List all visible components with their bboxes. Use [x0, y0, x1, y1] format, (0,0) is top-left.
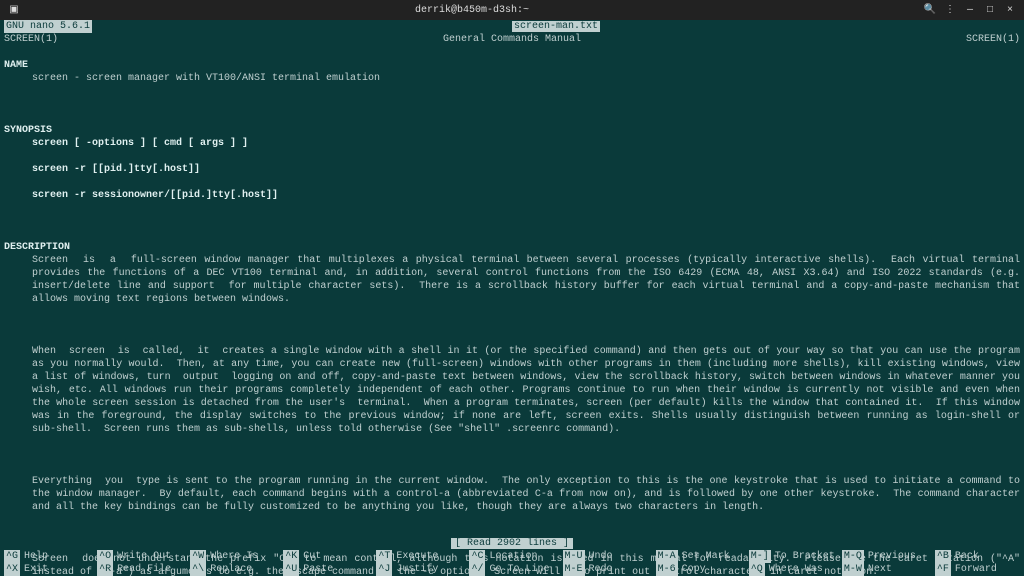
- shortcut-key: ^K: [283, 550, 299, 563]
- shortcut-label: Redo: [589, 563, 613, 576]
- shortcut: ^J Justify: [372, 563, 465, 576]
- shortcut-label: Location: [489, 550, 537, 563]
- section-name: NAME: [4, 60, 28, 71]
- shortcut: ^B Back: [931, 550, 1024, 563]
- shortcut-label: Help: [24, 550, 48, 563]
- shortcut: ^T Execute: [372, 550, 465, 563]
- minimize-button[interactable]: —: [962, 2, 978, 18]
- shortcut-label: Where Was: [769, 563, 823, 576]
- shortcut: ^F Forward: [931, 563, 1024, 576]
- man-section-right: SCREEN(1): [966, 33, 1020, 46]
- shortcut-key: ^R: [97, 563, 113, 576]
- shortcut-label: Go To Line: [489, 563, 549, 576]
- shortcut-label: Next: [868, 563, 892, 576]
- shortcut: ^R Read File: [93, 563, 186, 576]
- shortcut-key: ^X: [4, 563, 20, 576]
- paragraph: When screen is called, it creates a sing…: [32, 345, 1020, 436]
- close-button[interactable]: ×: [1002, 2, 1018, 18]
- shortcut-key: ^/: [469, 563, 485, 576]
- window-titlebar: ▣ derrik@b450m-d3sh:~ 🔍 ⋮ — □ ×: [0, 0, 1024, 20]
- shortcut-key: ^T: [376, 550, 392, 563]
- shortcut: ^C Location: [465, 550, 558, 563]
- shortcut-key: ^C: [469, 550, 485, 563]
- shortcut-label: Exit: [24, 563, 48, 576]
- shortcut-label: Undo: [589, 550, 613, 563]
- man-title: General Commands Manual: [58, 33, 966, 46]
- shortcut: ^U Paste: [279, 563, 372, 576]
- shortcut-key: ^G: [4, 550, 20, 563]
- shortcut-label: Back: [955, 550, 979, 563]
- shortcut-label: Read File: [117, 563, 171, 576]
- shortcut: ^Q Where Was: [745, 563, 838, 576]
- shortcut: M-A Set Mark: [652, 550, 745, 563]
- nano-shortcuts: ^G Help ^O Write Out ^W Where Is ^K Cut ^T Execut…: [0, 550, 1024, 576]
- shortcut: ^W Where Is: [186, 550, 279, 563]
- shortcut: M-6 Copy: [652, 563, 745, 576]
- section-synopsis: SYNOPSIS: [4, 125, 52, 136]
- shortcut: M-E Redo: [559, 563, 652, 576]
- man-content[interactable]: NAME screen - screen manager with VT100/…: [0, 46, 1024, 576]
- shortcut-label: To Bracket: [775, 550, 835, 563]
- shortcut-key: ^O: [97, 550, 113, 563]
- activities-icon[interactable]: ▣: [6, 2, 22, 18]
- shortcut-label: Replace: [210, 563, 252, 576]
- shortcut-key: M-6: [656, 563, 678, 576]
- shortcut: ^O Write Out: [93, 550, 186, 563]
- window-title: derrik@b450m-d3sh:~: [22, 4, 922, 17]
- synopsis-line: screen -r [[pid.]tty[.host]]: [32, 163, 1020, 176]
- shortcut: ^G Help: [0, 550, 93, 563]
- shortcut-key: ^W: [190, 550, 206, 563]
- paragraph: Screen is a full-screen window manager t…: [32, 254, 1020, 306]
- nano-version: GNU nano 5.6.1: [4, 20, 92, 33]
- shortcut-label: Where Is: [210, 550, 258, 563]
- status-text: [ Read 2902 lines ]: [451, 538, 573, 549]
- shortcut: M-U Undo: [559, 550, 652, 563]
- nano-header: GNU nano 5.6.1 screen-man.txt: [0, 20, 1024, 33]
- shortcut-key: M-]: [749, 550, 771, 563]
- shortcut: M-] To Bracket: [745, 550, 838, 563]
- shortcut-key: M-E: [563, 563, 585, 576]
- name-line: screen - screen manager with VT100/ANSI …: [32, 72, 1020, 85]
- synopsis-line: screen -r sessionowner/[[pid.]tty[.host]…: [32, 189, 1020, 202]
- shortcut-key: M-Q: [842, 550, 864, 563]
- shortcut-key: M-A: [656, 550, 678, 563]
- paragraph: Everything you type is sent to the progr…: [32, 475, 1020, 514]
- shortcut: ^\ Replace: [186, 563, 279, 576]
- shortcut: ^X Exit: [0, 563, 93, 576]
- shortcut-label: Copy: [682, 563, 706, 576]
- shortcut-label: Paste: [303, 563, 333, 576]
- shortcut: M-W Next: [838, 563, 931, 576]
- shortcut-label: Forward: [955, 563, 997, 576]
- shortcut: ^/ Go To Line: [465, 563, 558, 576]
- nano-filename: screen-man.txt: [512, 21, 600, 32]
- shortcut-key: ^B: [935, 550, 951, 563]
- shortcut-label: Previous: [868, 550, 916, 563]
- shortcut-label: Execute: [396, 550, 438, 563]
- shortcut: ^K Cut: [279, 550, 372, 563]
- shortcut-key: ^Q: [749, 563, 765, 576]
- shortcut-key: ^\: [190, 563, 206, 576]
- section-description: DESCRIPTION: [4, 242, 70, 253]
- menu-icon[interactable]: ⋮: [942, 2, 958, 18]
- shortcut-label: Set Mark: [682, 550, 730, 563]
- shortcut-label: Cut: [303, 550, 321, 563]
- search-icon[interactable]: 🔍: [922, 2, 938, 18]
- shortcut-label: Write Out: [117, 550, 171, 563]
- shortcut: M-Q Previous: [838, 550, 931, 563]
- nano-status: [ Read 2902 lines ]: [0, 537, 1024, 550]
- maximize-button[interactable]: □: [982, 2, 998, 18]
- man-header: SCREEN(1) General Commands Manual SCREEN…: [0, 33, 1024, 46]
- shortcut-key: ^F: [935, 563, 951, 576]
- shortcut-key: ^J: [376, 563, 392, 576]
- synopsis-line: screen [ -options ] [ cmd [ args ] ]: [32, 137, 1020, 150]
- shortcut-key: M-W: [842, 563, 864, 576]
- shortcut-key: ^U: [283, 563, 299, 576]
- shortcut-key: M-U: [563, 550, 585, 563]
- man-section-left: SCREEN(1): [4, 33, 58, 46]
- shortcut-label: Justify: [396, 563, 438, 576]
